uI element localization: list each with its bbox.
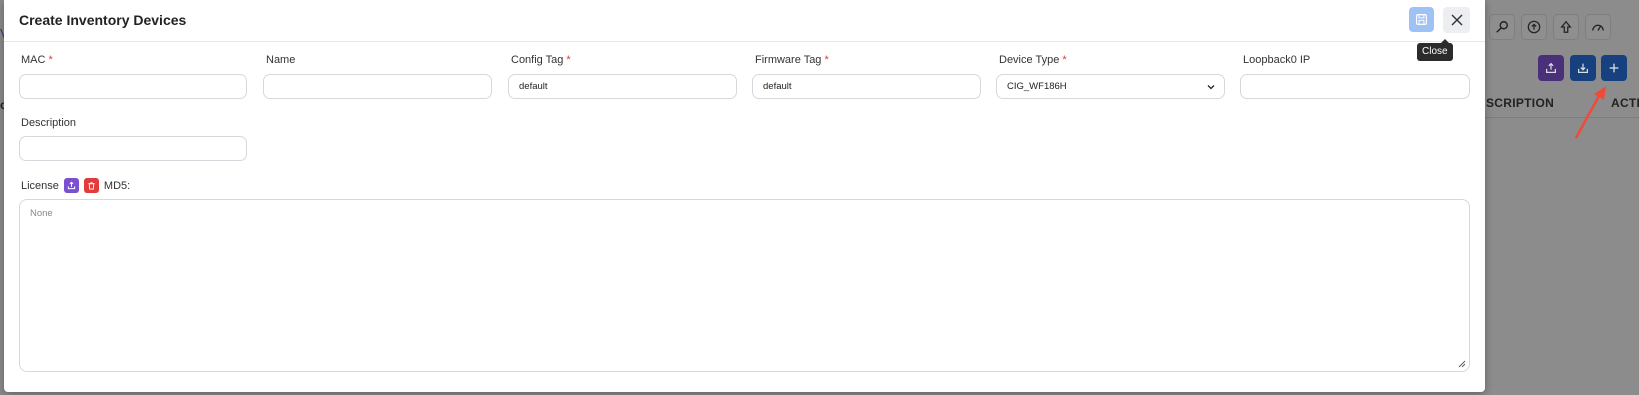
resize-grip-icon[interactable] [1458, 360, 1466, 368]
config-tag-input[interactable]: default [508, 74, 737, 99]
device-type-label: Device Type * [999, 54, 1067, 66]
upload-circle-icon[interactable] [1521, 14, 1547, 40]
loopback0-ip-input[interactable] [1240, 74, 1470, 99]
upload-icon [67, 181, 76, 190]
chevron-down-icon [1207, 85, 1215, 90]
license-row: License MD5: [21, 178, 130, 193]
column-header-actions: ACTIO [1611, 96, 1639, 110]
license-textarea[interactable]: None [19, 199, 1470, 372]
table-header-divider [1484, 117, 1639, 118]
firmware-tag-label: Firmware Tag * [755, 54, 829, 66]
close-icon [1451, 14, 1462, 26]
firmware-tag-input[interactable]: default [752, 74, 981, 99]
mac-label: MAC * [21, 54, 53, 66]
add-device-button[interactable] [1601, 55, 1627, 81]
license-label: License [21, 179, 59, 192]
dashboard-gauge-icon[interactable] [1585, 14, 1611, 40]
annotation-arrow-icon [1574, 86, 1606, 139]
trash-icon [88, 181, 95, 190]
description-label: Description [21, 117, 77, 129]
create-inventory-devices-modal: Create Inventory Devices Close MAC * Name… [4, 0, 1485, 392]
export-button[interactable] [1538, 55, 1564, 81]
name-label: Name [266, 54, 296, 66]
upload-license-button[interactable] [63, 178, 79, 193]
arrow-up-icon[interactable] [1553, 14, 1579, 40]
md5-label: MD5: [103, 179, 131, 192]
close-button[interactable] [1443, 7, 1470, 33]
name-input[interactable] [263, 74, 492, 99]
save-icon [1416, 14, 1427, 25]
save-button[interactable] [1409, 7, 1434, 32]
import-button[interactable] [1570, 55, 1596, 81]
loopback0-ip-label: Loopback0 IP [1243, 54, 1311, 66]
license-placeholder: None [30, 208, 53, 219]
modal-title: Create Inventory Devices [19, 12, 187, 28]
delete-license-button[interactable] [83, 178, 99, 193]
column-header-description: SCRIPTION [1486, 96, 1555, 110]
config-tag-label: Config Tag * [511, 54, 571, 66]
description-input[interactable] [19, 136, 247, 161]
close-tooltip: Close [1417, 39, 1453, 61]
device-type-value: CIG_WF186H [1007, 81, 1067, 92]
modal-header: Create Inventory Devices [4, 0, 1485, 42]
mac-input[interactable] [19, 74, 247, 99]
search-icon[interactable] [1489, 14, 1515, 40]
device-type-select[interactable]: CIG_WF186H [996, 74, 1225, 99]
